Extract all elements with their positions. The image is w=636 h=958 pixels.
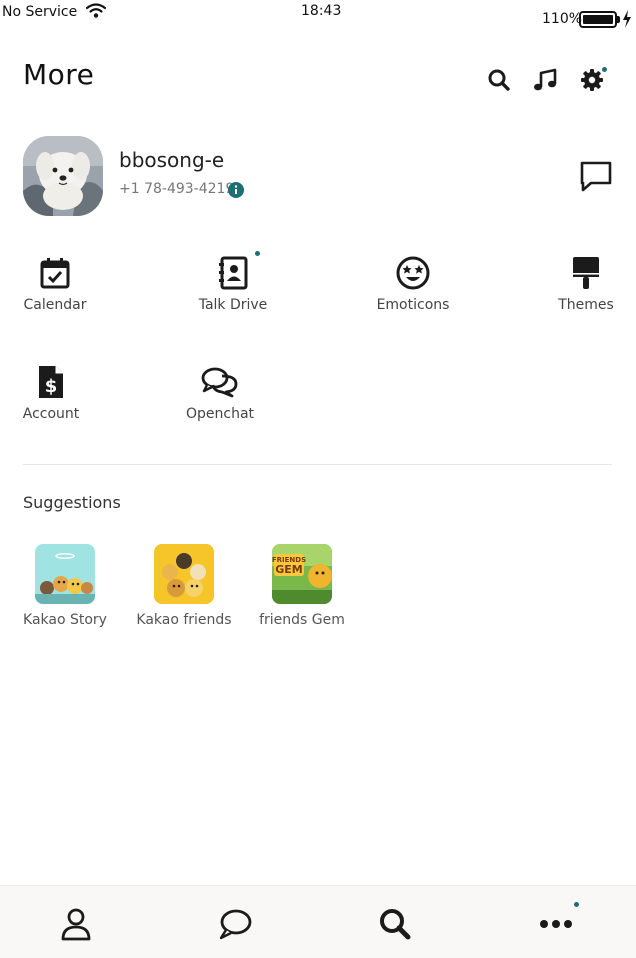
- info-icon[interactable]: [228, 182, 244, 198]
- suggestions-title: Suggestions: [23, 493, 121, 512]
- shortcut-label: Talk Drive: [198, 297, 268, 313]
- paint-brush-icon: [573, 257, 599, 289]
- shortcut-label: Themes: [558, 297, 614, 313]
- profile-name[interactable]: bbosong-e: [119, 148, 224, 172]
- divider: [23, 464, 612, 465]
- more-dots-icon: [540, 920, 572, 928]
- suggestion-label: Kakao Story: [23, 612, 107, 628]
- chat-bubble-icon[interactable]: [215, 906, 255, 942]
- charging-bolt-icon: [623, 10, 631, 28]
- clock-text: 18:43: [301, 3, 342, 19]
- suggestion-kakao-friends[interactable]: Kakao friends: [129, 544, 239, 628]
- friends-gem-app-icon: FRIENDS GEM: [272, 544, 332, 604]
- page-title: More: [23, 58, 95, 91]
- shortcut-label: Calendar: [23, 297, 87, 313]
- status-bar: No Service 18:43 110%: [0, 0, 636, 36]
- kakao-story-app-icon: [35, 544, 95, 604]
- shortcut-label: Account: [22, 406, 80, 422]
- settings-button[interactable]: [578, 66, 608, 96]
- profile-phone: +1 78-493-4219: [119, 181, 235, 197]
- wifi-icon: [86, 3, 106, 18]
- speech-bubbles-icon: [201, 367, 238, 398]
- shortcut-label: Openchat: [185, 406, 255, 422]
- shortcut-emoticons[interactable]: Emoticons: [358, 255, 468, 313]
- person-icon[interactable]: [56, 906, 96, 942]
- tab-more[interactable]: [536, 902, 579, 942]
- svg-text:$: $: [45, 376, 58, 397]
- shortcut-openchat[interactable]: Openchat: [165, 364, 275, 422]
- shortcut-talk-drive[interactable]: Talk Drive: [178, 251, 288, 313]
- carrier-text: No Service: [2, 4, 78, 20]
- search-icon[interactable]: [375, 906, 415, 942]
- shortcut-calendar[interactable]: Calendar: [0, 255, 110, 313]
- tab-bar: [0, 885, 636, 958]
- shortcut-account[interactable]: $ Account: [0, 364, 106, 422]
- star-eyes-emoji-icon: [396, 256, 430, 290]
- suggestion-kakao-story[interactable]: Kakao Story: [10, 544, 120, 628]
- battery-percent: 110%: [542, 11, 583, 27]
- battery-icon: [579, 11, 617, 28]
- search-icon[interactable]: [485, 66, 513, 94]
- music-icon[interactable]: [531, 66, 559, 94]
- avatar[interactable]: [23, 136, 103, 216]
- suggestion-label: friends Gem: [259, 612, 345, 628]
- svg-text:GEM: GEM: [275, 563, 303, 576]
- notification-dot: [255, 251, 260, 256]
- shortcut-label: Emoticons: [376, 297, 450, 313]
- contacts-book-icon: [219, 256, 248, 290]
- suggestion-label: Kakao friends: [136, 612, 232, 628]
- notification-dot: [574, 902, 579, 907]
- kakao-friends-app-icon: [154, 544, 214, 604]
- suggestion-friends-gem[interactable]: FRIENDS GEM friends Gem: [247, 544, 357, 628]
- invoice-dollar-icon: $: [39, 366, 63, 398]
- chat-icon[interactable]: [578, 158, 614, 194]
- notification-dot: [602, 67, 607, 72]
- calendar-icon: [40, 258, 70, 289]
- shortcut-themes[interactable]: Themes: [531, 255, 636, 313]
